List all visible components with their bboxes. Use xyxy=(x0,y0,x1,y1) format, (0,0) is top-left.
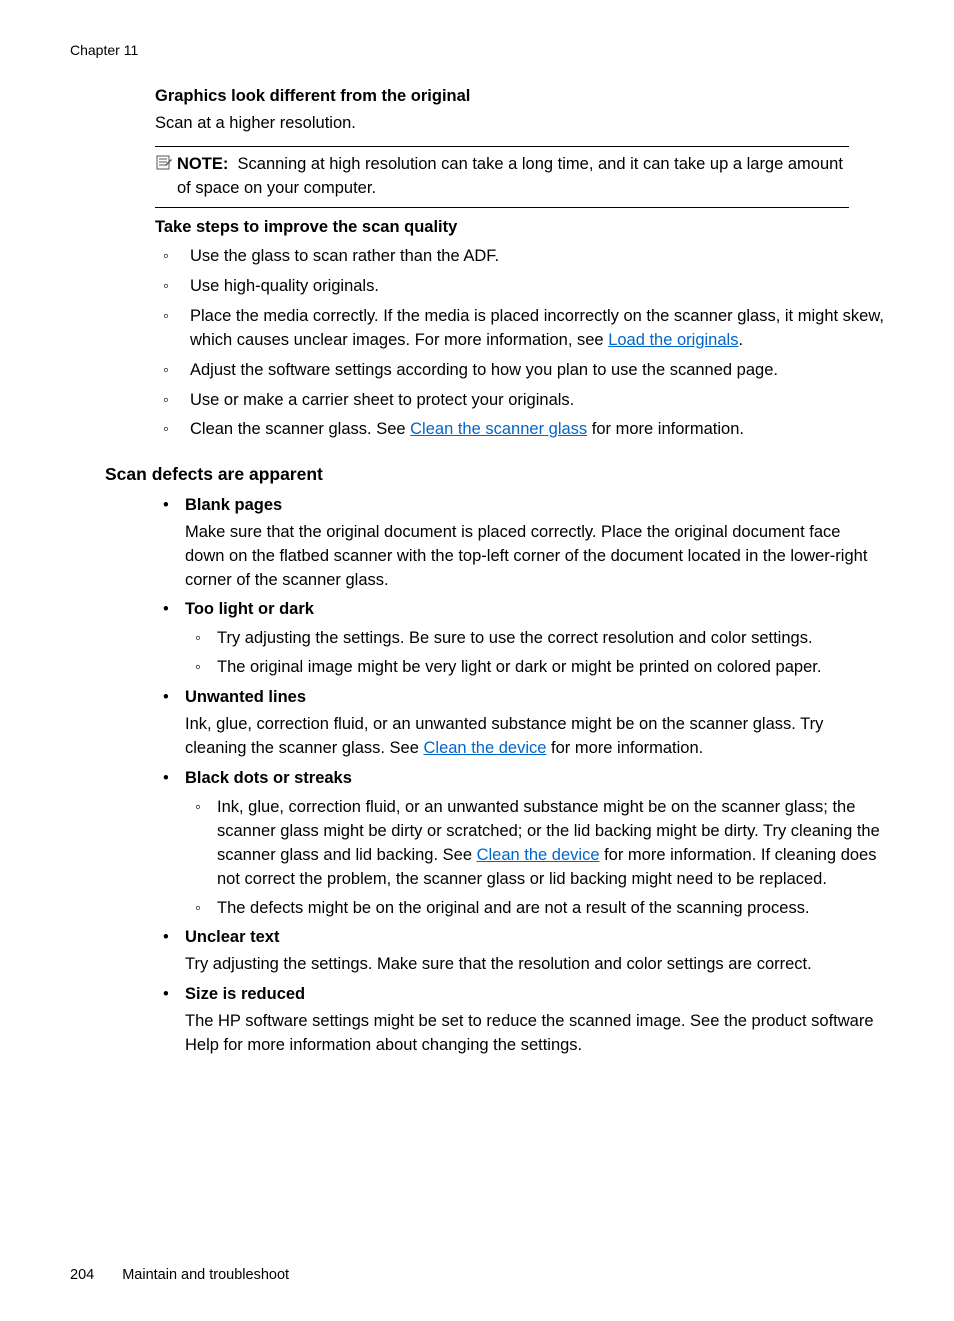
item-heading-blank: Blank pages xyxy=(185,496,282,514)
note-box: NOTE: Scanning at high resolution can ta… xyxy=(155,146,849,208)
link-clean-scanner-glass[interactable]: Clean the scanner glass xyxy=(410,420,587,438)
item-heading-unclear: Unclear text xyxy=(185,928,279,946)
list-item: Clean the scanner glass. See Clean the s… xyxy=(155,418,884,442)
inner-list: Try adjusting the settings. Be sure to u… xyxy=(185,627,884,680)
list-item: Size is reduced The HP software settings… xyxy=(155,983,884,1058)
text: Place the media correctly. If the media … xyxy=(190,307,884,349)
list-item: The defects might be on the original and… xyxy=(185,897,884,921)
item-heading-size: Size is reduced xyxy=(185,985,305,1003)
item-heading-light: Too light or dark xyxy=(185,600,314,618)
heading-scan-defects: Scan defects are apparent xyxy=(105,462,884,487)
section-title-graphics: Graphics look different from the origina… xyxy=(155,85,884,109)
defects-list: Blank pages Make sure that the original … xyxy=(155,494,884,1058)
item-body: Make sure that the original document is … xyxy=(185,521,884,593)
inner-list: Ink, glue, correction fluid, or an unwan… xyxy=(185,796,884,921)
text: Clean the scanner glass. See xyxy=(190,420,410,438)
list-item: Blank pages Make sure that the original … xyxy=(155,494,884,593)
item-body: The HP software settings might be set to… xyxy=(185,1010,884,1058)
link-clean-device[interactable]: Clean the device xyxy=(424,739,547,757)
list-item: Use high-quality originals. xyxy=(155,275,884,299)
footer: 204 Maintain and troubleshoot xyxy=(70,1265,289,1286)
note-icon xyxy=(155,153,173,179)
list-item: The original image might be very light o… xyxy=(185,656,884,680)
item-heading-unwanted: Unwanted lines xyxy=(185,688,306,706)
list-item: Adjust the software settings according t… xyxy=(155,359,884,383)
list-item: Try adjusting the settings. Be sure to u… xyxy=(185,627,884,651)
note-text: NOTE: Scanning at high resolution can ta… xyxy=(155,153,849,201)
item-body: Try adjusting the settings. Make sure th… xyxy=(185,953,884,977)
list-item: Use or make a carrier sheet to protect y… xyxy=(155,389,884,413)
list-item: Ink, glue, correction fluid, or an unwan… xyxy=(185,796,884,892)
list-item: Use the glass to scan rather than the AD… xyxy=(155,245,884,269)
list-item: Too light or dark Try adjusting the sett… xyxy=(155,598,884,680)
section-text-graphics: Scan at a higher resolution. xyxy=(155,112,884,136)
list-item: Unwanted lines Ink, glue, correction flu… xyxy=(155,686,884,761)
text: . xyxy=(738,331,743,349)
footer-section: Maintain and troubleshoot xyxy=(122,1267,289,1283)
item-heading-black: Black dots or streaks xyxy=(185,769,352,787)
text: for more information. xyxy=(587,420,744,438)
link-load-originals[interactable]: Load the originals xyxy=(608,331,738,349)
item-body: Ink, glue, correction fluid, or an unwan… xyxy=(185,713,884,761)
note-body: Scanning at high resolution can take a l… xyxy=(177,155,843,197)
page-number: 204 xyxy=(70,1267,94,1283)
chapter-label: Chapter 11 xyxy=(70,40,884,60)
text: for more information. xyxy=(546,739,703,757)
improve-list: Use the glass to scan rather than the AD… xyxy=(155,245,884,442)
list-item: Place the media correctly. If the media … xyxy=(155,305,884,353)
list-item: Unclear text Try adjusting the settings.… xyxy=(155,926,884,977)
section-title-improve: Take steps to improve the scan quality xyxy=(155,216,884,240)
link-clean-device[interactable]: Clean the device xyxy=(477,846,600,864)
list-item: Black dots or streaks Ink, glue, correct… xyxy=(155,767,884,921)
note-label: NOTE: xyxy=(177,155,228,173)
